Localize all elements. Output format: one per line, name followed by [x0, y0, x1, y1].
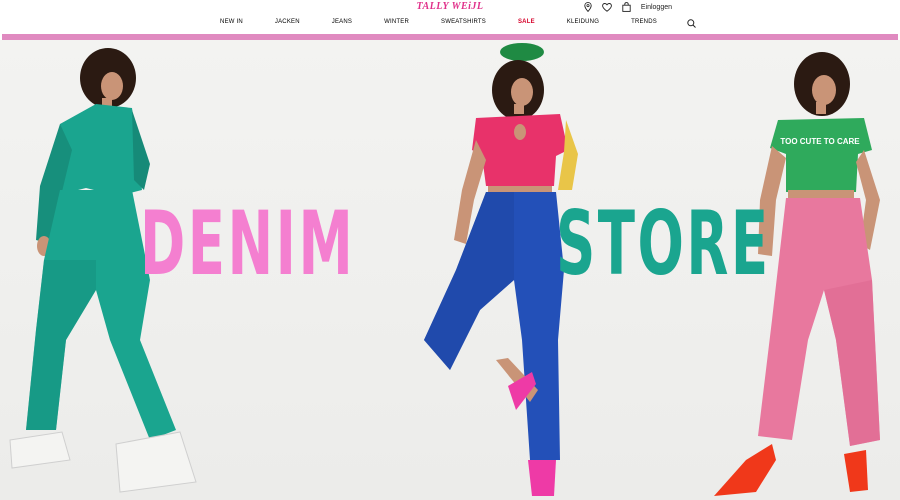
hero-banner[interactable]: TOO CUTE TO CARE DENIM STORE — [0, 40, 900, 500]
tshirt-print-text: TOO CUTE TO CARE — [780, 137, 860, 146]
location-pin-icon[interactable] — [584, 2, 592, 12]
nav-jacken[interactable]: JACKEN — [275, 19, 300, 30]
shopping-bag-icon[interactable] — [622, 2, 631, 12]
nav-new-in[interactable]: NEW IN — [220, 19, 243, 30]
nav-trends[interactable]: TRENDS — [631, 19, 657, 30]
hero-title-store: STORE — [556, 192, 771, 295]
header-utilities: Einloggen — [584, 2, 672, 12]
site-header: TALLY WEiJL Einloggen NEW IN JACKEN JEAN… — [0, 0, 900, 34]
main-navigation: NEW IN JACKEN JEANS WINTER SWEATSHIRTS S… — [0, 19, 900, 30]
nav-sweatshirts[interactable]: SWEATSHIRTS — [441, 19, 486, 30]
nav-sale[interactable]: SALE — [518, 19, 535, 30]
brand-logo[interactable]: TALLY WEiJL — [0, 1, 900, 12]
login-link[interactable]: Einloggen — [641, 4, 672, 11]
nav-jeans[interactable]: JEANS — [332, 19, 352, 30]
hero-title-denim: DENIM — [140, 192, 356, 295]
nav-winter[interactable]: WINTER — [384, 19, 409, 30]
heart-icon[interactable] — [602, 2, 612, 12]
nav-kleidung[interactable]: KLEIDUNG — [567, 19, 599, 30]
search-icon[interactable] — [687, 19, 696, 30]
